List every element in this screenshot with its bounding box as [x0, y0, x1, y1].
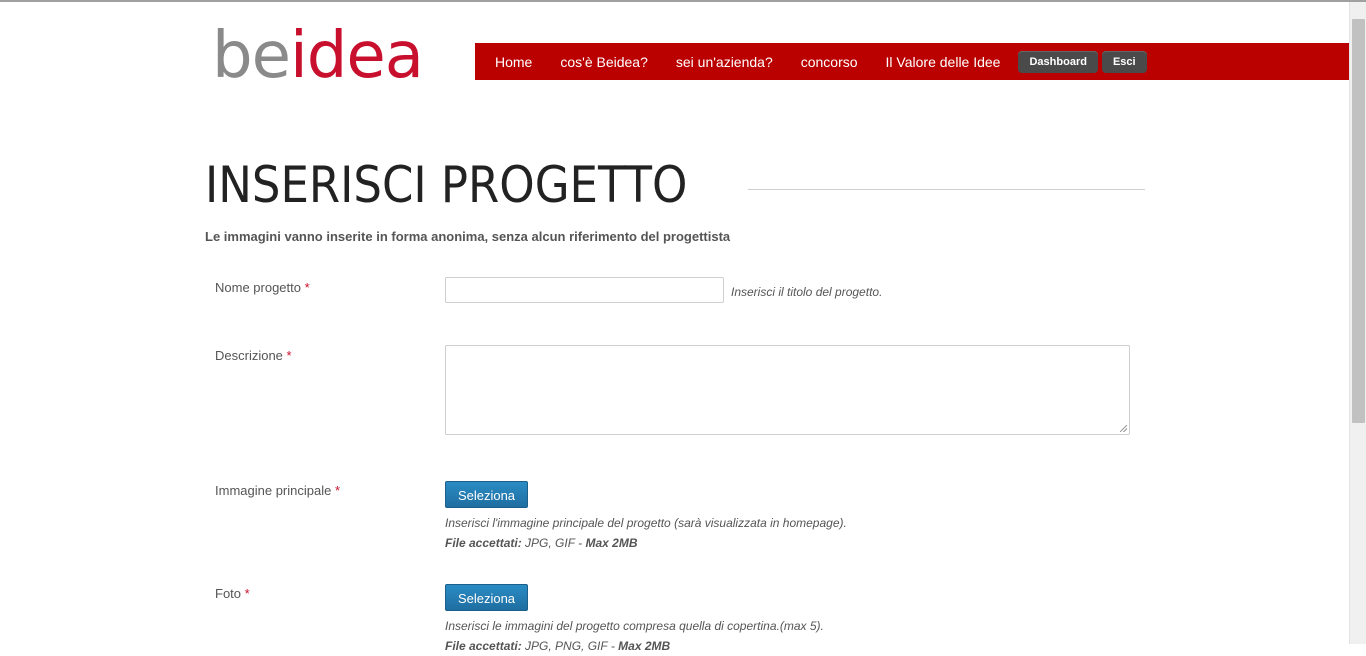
- photo-max: Max 2MB: [618, 639, 671, 653]
- description-label-text: Descrizione: [215, 348, 283, 363]
- photo-label-text: Foto: [215, 586, 242, 601]
- required-mark: *: [286, 348, 292, 363]
- description-textarea[interactable]: [445, 345, 1130, 435]
- required-mark: *: [244, 586, 250, 601]
- page-title: INSERISCI PROGETTO: [205, 156, 688, 214]
- photo-files-label: File accettati:: [445, 639, 522, 653]
- name-hint: Inserisci il titolo del progetto.: [731, 285, 883, 299]
- nav-contest[interactable]: concorso: [801, 54, 858, 70]
- description-label: Descrizione *: [215, 348, 292, 363]
- nav-home[interactable]: Home: [495, 54, 532, 70]
- name-label-text: Nome progetto: [215, 280, 301, 295]
- name-label: Nome progetto *: [215, 280, 310, 295]
- photo-label: Foto *: [215, 586, 250, 601]
- main-image-label: Immagine principale *: [215, 483, 340, 498]
- photo-help-text: Inserisci le immagini del progetto compr…: [445, 619, 824, 633]
- exit-button[interactable]: Esci: [1101, 50, 1147, 73]
- logo-idea: idea: [290, 19, 424, 93]
- main-image-help: Inserisci l'immagine principale del prog…: [445, 513, 847, 553]
- page-subtitle: Le immagini vanno inserite in forma anon…: [205, 229, 731, 244]
- main-image-select-button[interactable]: Seleziona: [445, 481, 528, 508]
- title-divider: [748, 189, 1145, 190]
- required-mark: *: [304, 280, 310, 295]
- logo[interactable]: beidea: [212, 18, 424, 94]
- top-border: [0, 0, 1366, 2]
- main-image-max: Max 2MB: [585, 536, 638, 550]
- main-image-label-text: Immagine principale: [215, 483, 332, 498]
- photo-select-button[interactable]: Seleziona: [445, 584, 528, 611]
- main-image-files-value: JPG, GIF -: [521, 536, 586, 550]
- logo-be: be: [212, 19, 291, 93]
- main-image-help-text: Inserisci l'immagine principale del prog…: [445, 516, 847, 530]
- required-mark: *: [334, 483, 341, 498]
- project-name-input[interactable]: [445, 277, 724, 303]
- resize-handle-icon[interactable]: [1120, 425, 1127, 432]
- dashboard-button[interactable]: Dashboard: [1018, 50, 1098, 73]
- photo-help: Inserisci le immagini del progetto compr…: [445, 616, 824, 656]
- main-image-files-label: File accettati:: [445, 536, 522, 550]
- nav-value-of-ideas[interactable]: Il Valore delle Idee: [886, 54, 1001, 70]
- nav-about[interactable]: cos'è Beidea?: [560, 54, 648, 70]
- main-nav: Home cos'è Beidea? sei un'azienda? conco…: [475, 43, 1349, 80]
- photo-files-value: JPG, PNG, GIF -: [521, 639, 619, 653]
- scrollbar-thumb[interactable]: [1352, 19, 1365, 423]
- vertical-scrollbar[interactable]: [1349, 2, 1366, 644]
- nav-company[interactable]: sei un'azienda?: [676, 54, 773, 70]
